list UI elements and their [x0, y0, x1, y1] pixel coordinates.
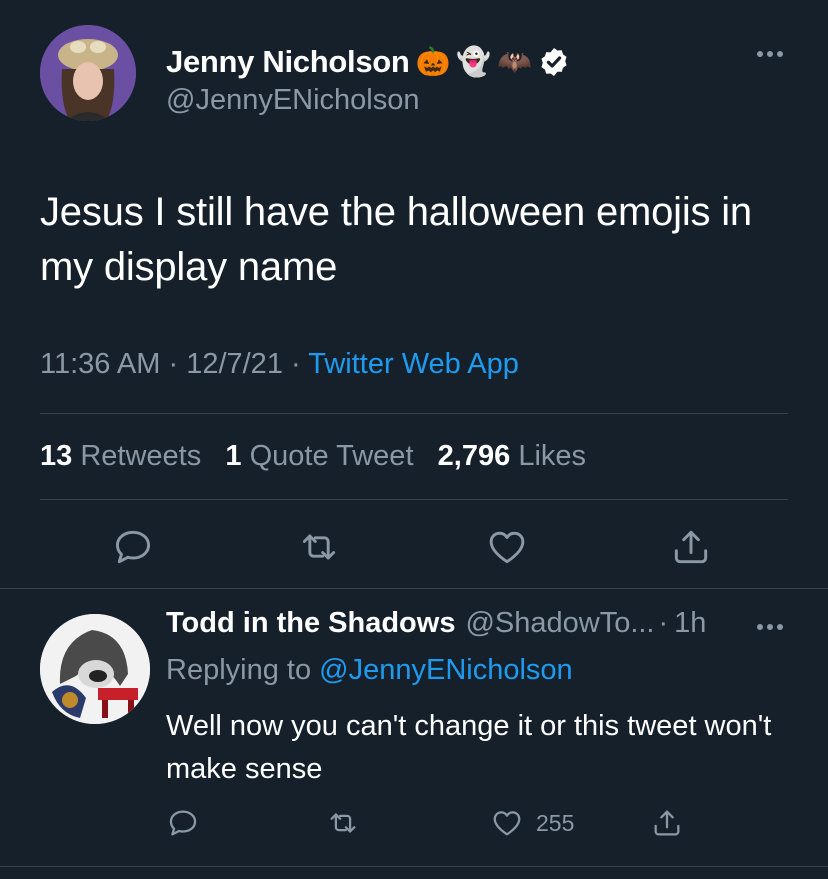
- divider: [40, 499, 788, 500]
- like-icon[interactable]: [485, 525, 529, 569]
- divider: [0, 866, 828, 867]
- author-name-row: Jenny Nicholson 🎃 👻 🦇: [166, 40, 570, 84]
- author-avatar[interactable]: [40, 25, 136, 121]
- retweet-icon[interactable]: [297, 525, 341, 569]
- reply-icon[interactable]: [166, 806, 200, 840]
- divider: [0, 588, 828, 589]
- share-icon[interactable]: [650, 806, 684, 840]
- meta-separator: ·: [168, 348, 179, 380]
- replying-to: Replying to @JennyENicholson: [166, 654, 573, 687]
- tweet-text: Jesus I still have the halloween emojis …: [40, 190, 752, 289]
- tweet-stats: 13 Retweets 1 Quote Tweet 2,796 Likes: [40, 440, 586, 473]
- retweet-icon[interactable]: [326, 806, 360, 840]
- reply-like-group[interactable]: 255: [490, 806, 574, 840]
- reply-header: Todd in the Shadows @ShadowTo... · 1h: [166, 607, 706, 640]
- pumpkin-emoji: 🎃: [415, 45, 451, 78]
- share-icon[interactable]: [669, 525, 713, 569]
- author-handle[interactable]: @JennyENicholson: [166, 84, 420, 117]
- meta-separator: ·: [291, 348, 301, 380]
- reply-icon[interactable]: [111, 525, 155, 569]
- quote-tweets-stat[interactable]: 1 Quote Tweet: [225, 440, 413, 472]
- ghost-emoji: 👻: [456, 45, 492, 78]
- tweet-meta: 11:36 AM · 12/7/21 · Twitter Web App: [40, 348, 519, 381]
- reply-separator: ·: [658, 607, 669, 639]
- reply-text: Well now you can't change it or this twe…: [166, 710, 772, 785]
- reply-author-avatar[interactable]: [40, 614, 150, 724]
- divider: [40, 413, 788, 414]
- tweet-source[interactable]: Twitter Web App: [308, 348, 519, 380]
- reply-like-count: 255: [536, 809, 575, 836]
- reply-author-handle[interactable]: @ShadowTo...: [465, 607, 654, 640]
- reply-time[interactable]: 1h: [674, 607, 706, 640]
- more-icon[interactable]: [752, 617, 788, 637]
- replying-handle[interactable]: @JennyENicholson: [319, 654, 573, 686]
- tweet-time[interactable]: 11:36 AM: [40, 348, 160, 380]
- retweets-stat[interactable]: 13 Retweets: [40, 440, 201, 472]
- reply-author-name[interactable]: Todd in the Shadows: [166, 607, 455, 640]
- likes-stat[interactable]: 2,796 Likes: [438, 440, 586, 472]
- bat-emoji: 🦇: [497, 45, 533, 78]
- like-icon[interactable]: [490, 806, 524, 840]
- more-icon[interactable]: [752, 44, 788, 64]
- replying-label: Replying to: [166, 654, 312, 686]
- tweet-date[interactable]: 12/7/21: [186, 348, 283, 380]
- author-name[interactable]: Jenny Nicholson: [166, 44, 410, 80]
- verified-badge-icon: [541, 48, 567, 76]
